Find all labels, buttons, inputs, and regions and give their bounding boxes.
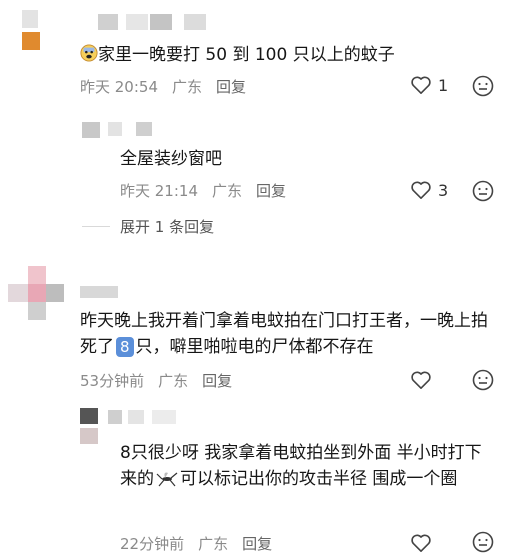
mosquito-emoji bbox=[156, 472, 178, 487]
timestamp: 22分钟前 bbox=[120, 535, 185, 553]
reply-button[interactable]: 回复 bbox=[202, 372, 232, 390]
comment-text: 昨天晚上我开着门拿着电蚊拍在门口打王者，一晚上拍死了 8 只，噼里啪啦电的尸体都不存… bbox=[80, 311, 488, 357]
neutral-face-icon[interactable] bbox=[472, 180, 494, 202]
location: 广东 bbox=[198, 535, 229, 553]
number-badge: 8 bbox=[116, 337, 134, 357]
avatar[interactable] bbox=[22, 10, 52, 52]
reply-text: 8只很少呀 我家拿着电蚊拍坐到外面 半小时打下来的 可以标记出你的攻击半径 围成一… bbox=[120, 443, 482, 489]
reply-meta: 昨天 21:14 广东 回复 bbox=[120, 180, 300, 201]
reply-text: 全屋装纱窗吧 bbox=[120, 149, 222, 169]
timestamp: 53分钟前 bbox=[80, 372, 145, 390]
username[interactable] bbox=[98, 14, 208, 32]
comment-text: 家里一晚要打 50 到 100 只以上的蚊子 bbox=[80, 42, 500, 68]
timestamp: 昨天 21:14 bbox=[120, 182, 198, 200]
scared-face-emoji bbox=[80, 44, 98, 62]
location: 广东 bbox=[172, 78, 203, 96]
username[interactable] bbox=[80, 286, 120, 300]
expand-divider bbox=[82, 226, 110, 227]
heart-icon bbox=[411, 76, 431, 94]
neutral-face-icon[interactable] bbox=[472, 369, 494, 391]
reply-button[interactable]: 回复 bbox=[216, 78, 246, 96]
avatar[interactable] bbox=[8, 266, 64, 322]
like-button[interactable]: 3 bbox=[410, 180, 448, 200]
heart-icon[interactable] bbox=[410, 370, 432, 390]
expand-replies-button[interactable]: 展开 1 条回复 bbox=[120, 216, 214, 237]
neutral-face-icon[interactable] bbox=[472, 75, 494, 97]
location: 广东 bbox=[212, 182, 243, 200]
like-count: 1 bbox=[438, 75, 449, 95]
username[interactable] bbox=[108, 410, 178, 426]
like-count: 3 bbox=[438, 180, 449, 200]
timestamp: 昨天 20:54 bbox=[80, 78, 158, 96]
heart-icon bbox=[411, 181, 431, 199]
reply-button[interactable]: 回复 bbox=[256, 182, 286, 200]
reply-meta: 22分钟前 广东 回复 bbox=[120, 533, 286, 554]
reply-button[interactable]: 回复 bbox=[242, 535, 272, 553]
comment-meta: 53分钟前 广东 回复 bbox=[80, 370, 246, 391]
neutral-face-icon[interactable] bbox=[472, 531, 494, 553]
heart-icon[interactable] bbox=[410, 533, 432, 553]
like-button[interactable]: 1 bbox=[410, 75, 448, 95]
avatar[interactable] bbox=[82, 122, 102, 138]
username[interactable] bbox=[108, 122, 158, 138]
avatar[interactable] bbox=[80, 408, 104, 444]
location: 广东 bbox=[158, 372, 189, 390]
comment-meta: 昨天 20:54 广东 回复 bbox=[80, 76, 260, 97]
